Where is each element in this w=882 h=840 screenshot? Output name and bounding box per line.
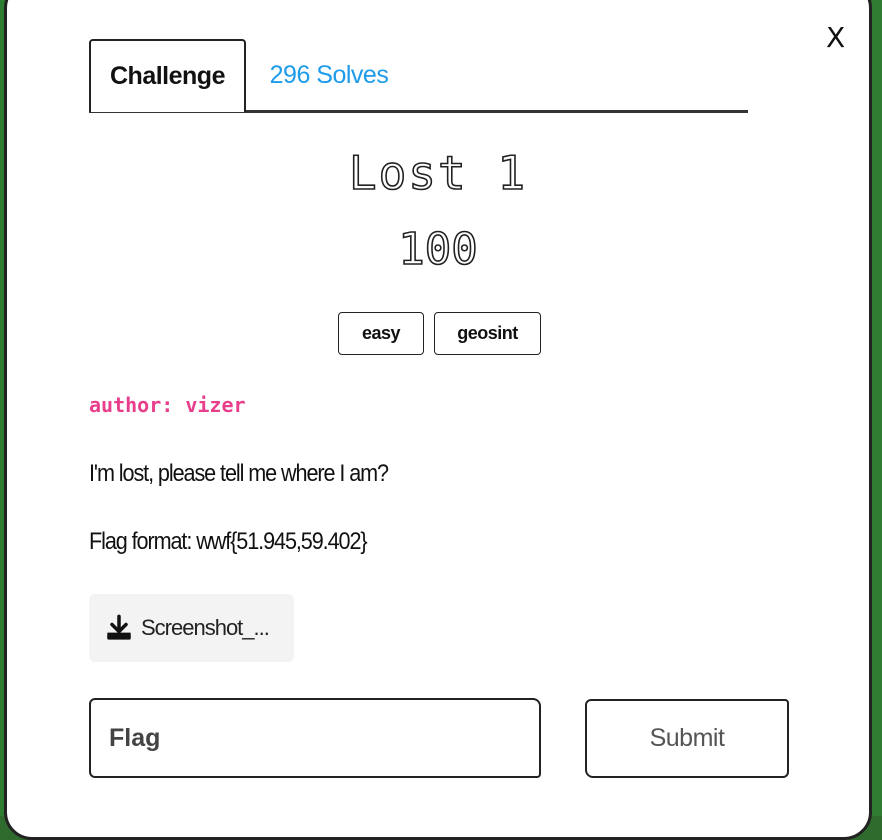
description-line: I'm lost, please tell me where I am? — [89, 460, 389, 487]
author-line: author: vizer — [89, 393, 246, 417]
close-button[interactable]: X — [826, 24, 845, 52]
tag-easy: easy — [338, 312, 424, 355]
file-download-button[interactable]: Screenshot_... — [89, 594, 294, 662]
flag-format-line: Flag format: wwf{51.945,59.402} — [89, 528, 368, 555]
download-icon — [107, 614, 131, 640]
challenge-points: 100 — [397, 223, 478, 276]
tab-bar: Challenge 296 Solves — [89, 39, 748, 113]
file-download-label: Screenshot_... — [141, 615, 270, 640]
submit-button[interactable]: Submit — [585, 699, 789, 778]
challenge-title: Lost 1 — [348, 145, 528, 201]
flag-input[interactable] — [89, 698, 541, 778]
tab-challenge[interactable]: Challenge — [89, 39, 246, 112]
tab-solves[interactable]: 296 Solves — [259, 39, 399, 112]
tag-list: easy geosint — [338, 312, 541, 355]
background-strip-right — [872, 0, 882, 816]
tag-geosint: geosint — [434, 312, 541, 355]
